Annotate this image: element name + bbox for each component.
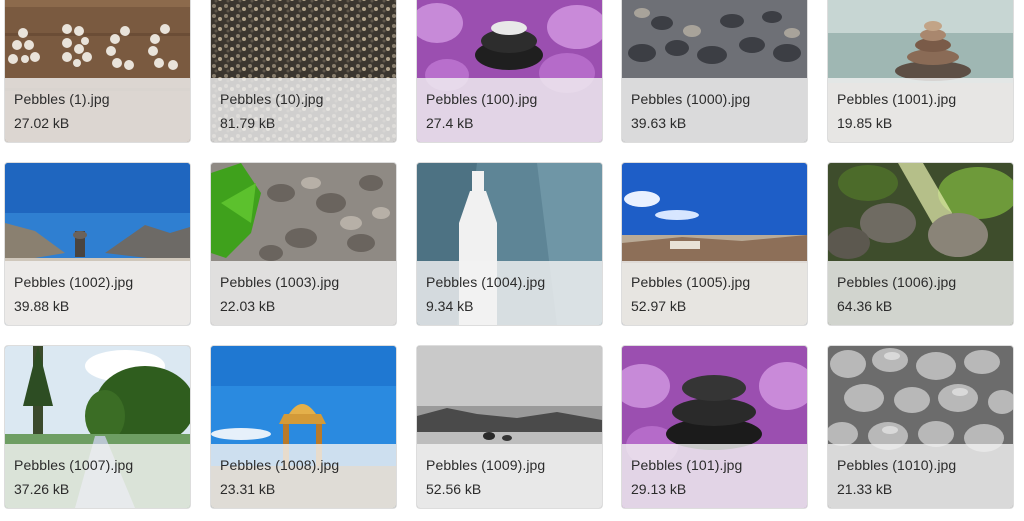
file-name: Pebbles (1002).jpg bbox=[14, 274, 134, 290]
file-name: Pebbles (1005).jpg bbox=[631, 274, 751, 290]
file-size: 21.33 kB bbox=[837, 481, 893, 497]
file-card[interactable]: Pebbles (10).jpg 81.79 kB bbox=[210, 0, 397, 143]
file-caption: Pebbles (1003).jpg 22.03 kB bbox=[211, 261, 396, 325]
file-grid: Pebbles (1).jpg 27.02 kB Pebbles (10).jp… bbox=[0, 0, 1024, 521]
file-card[interactable]: Pebbles (101).jpg 29.13 kB bbox=[621, 345, 808, 509]
file-name: Pebbles (1).jpg bbox=[14, 91, 110, 107]
file-name: Pebbles (1010).jpg bbox=[837, 457, 957, 473]
file-name: Pebbles (1003).jpg bbox=[220, 274, 340, 290]
file-size: 37.26 kB bbox=[14, 481, 70, 497]
file-name: Pebbles (100).jpg bbox=[426, 91, 538, 107]
file-caption: Pebbles (1005).jpg 52.97 kB bbox=[622, 261, 807, 325]
file-card[interactable]: Pebbles (1009).jpg 52.56 kB bbox=[416, 345, 603, 509]
file-name: Pebbles (1000).jpg bbox=[631, 91, 751, 107]
file-size: 52.97 kB bbox=[631, 298, 687, 314]
file-size: 27.4 kB bbox=[426, 115, 474, 131]
file-caption: Pebbles (1007).jpg 37.26 kB bbox=[5, 444, 190, 508]
file-name: Pebbles (1008).jpg bbox=[220, 457, 340, 473]
file-size: 22.03 kB bbox=[220, 298, 276, 314]
file-caption: Pebbles (1006).jpg 64.36 kB bbox=[828, 261, 1013, 325]
file-card[interactable]: Pebbles (1008).jpg 23.31 kB bbox=[210, 345, 397, 509]
file-name: Pebbles (1009).jpg bbox=[426, 457, 546, 473]
file-card[interactable]: Pebbles (1006).jpg 64.36 kB bbox=[827, 162, 1014, 326]
file-caption: Pebbles (1002).jpg 39.88 kB bbox=[5, 261, 190, 325]
file-size: 81.79 kB bbox=[220, 115, 276, 131]
file-caption: Pebbles (1001).jpg 19.85 kB bbox=[828, 78, 1013, 142]
file-size: 29.13 kB bbox=[631, 481, 687, 497]
file-card[interactable]: Pebbles (1001).jpg 19.85 kB bbox=[827, 0, 1014, 143]
file-caption: Pebbles (1010).jpg 21.33 kB bbox=[828, 444, 1013, 508]
file-card[interactable]: Pebbles (1004).jpg 9.34 kB bbox=[416, 162, 603, 326]
file-caption: Pebbles (101).jpg 29.13 kB bbox=[622, 444, 807, 508]
file-size: 9.34 kB bbox=[426, 298, 474, 314]
file-card[interactable]: Pebbles (1).jpg 27.02 kB bbox=[4, 0, 191, 143]
file-caption: Pebbles (1000).jpg 39.63 kB bbox=[622, 78, 807, 142]
file-size: 52.56 kB bbox=[426, 481, 482, 497]
file-size: 64.36 kB bbox=[837, 298, 893, 314]
file-name: Pebbles (10).jpg bbox=[220, 91, 324, 107]
file-name: Pebbles (1007).jpg bbox=[14, 457, 134, 473]
file-caption: Pebbles (1009).jpg 52.56 kB bbox=[417, 444, 602, 508]
file-size: 39.63 kB bbox=[631, 115, 687, 131]
file-name: Pebbles (1006).jpg bbox=[837, 274, 957, 290]
file-caption: Pebbles (100).jpg 27.4 kB bbox=[417, 78, 602, 142]
file-card[interactable]: Pebbles (1003).jpg 22.03 kB bbox=[210, 162, 397, 326]
file-name: Pebbles (101).jpg bbox=[631, 457, 743, 473]
file-name: Pebbles (1004).jpg bbox=[426, 274, 546, 290]
file-card[interactable]: Pebbles (1007).jpg 37.26 kB bbox=[4, 345, 191, 509]
file-card[interactable]: Pebbles (1010).jpg 21.33 kB bbox=[827, 345, 1014, 509]
file-size: 27.02 kB bbox=[14, 115, 70, 131]
file-size: 19.85 kB bbox=[837, 115, 893, 131]
file-caption: Pebbles (1004).jpg 9.34 kB bbox=[417, 261, 602, 325]
file-card[interactable]: Pebbles (1002).jpg 39.88 kB bbox=[4, 162, 191, 326]
file-size: 39.88 kB bbox=[14, 298, 70, 314]
file-card[interactable]: Pebbles (100).jpg 27.4 kB bbox=[416, 0, 603, 143]
file-caption: Pebbles (10).jpg 81.79 kB bbox=[211, 78, 396, 142]
file-caption: Pebbles (1008).jpg 23.31 kB bbox=[211, 444, 396, 508]
file-card[interactable]: Pebbles (1000).jpg 39.63 kB bbox=[621, 0, 808, 143]
file-name: Pebbles (1001).jpg bbox=[837, 91, 957, 107]
file-size: 23.31 kB bbox=[220, 481, 276, 497]
file-caption: Pebbles (1).jpg 27.02 kB bbox=[5, 78, 190, 142]
file-card[interactable]: Pebbles (1005).jpg 52.97 kB bbox=[621, 162, 808, 326]
